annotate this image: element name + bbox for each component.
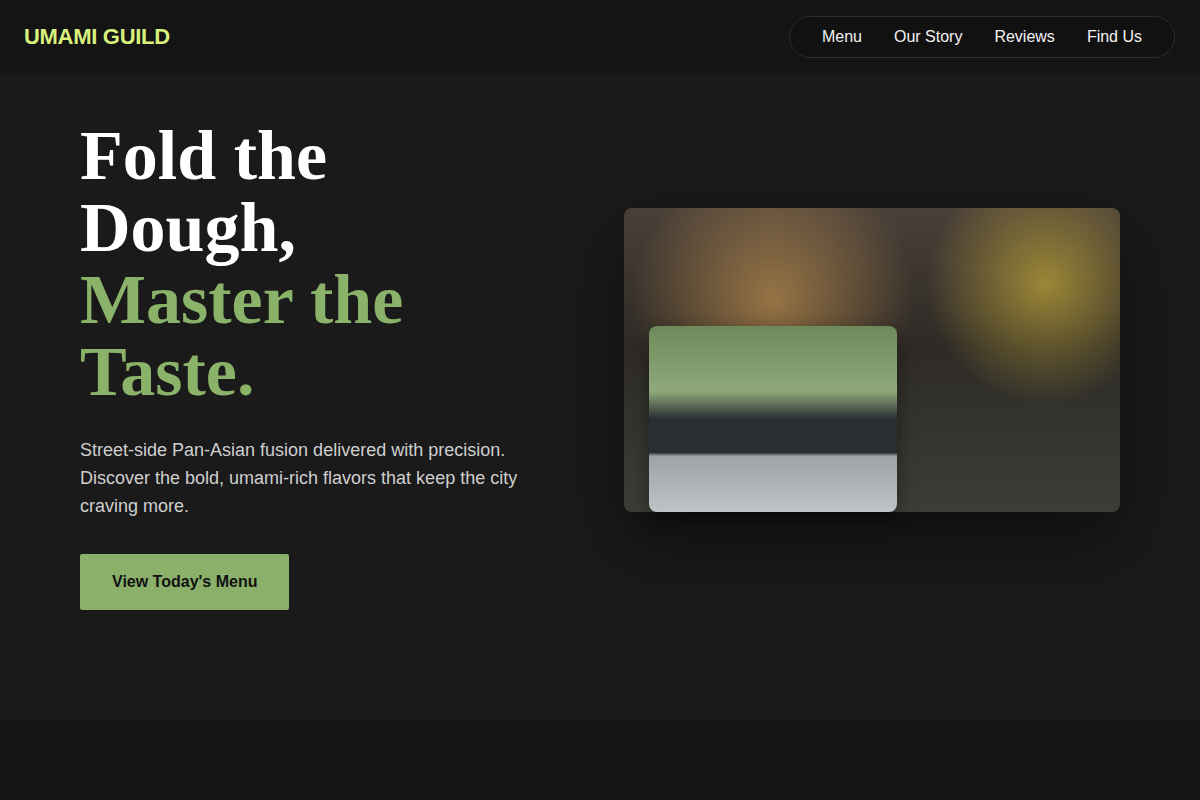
hero-title: Fold theDough,Master theTaste. <box>80 120 580 408</box>
food-truck-photo <box>649 326 897 512</box>
title-line: Fold the <box>80 120 580 192</box>
nav-link[interactable]: Our Story <box>878 20 978 54</box>
view-menu-button[interactable]: View Today's Menu <box>80 554 289 610</box>
next-section <box>0 720 1200 800</box>
hero-content: Fold theDough,Master theTaste. Street-sid… <box>80 120 580 610</box>
title-line: Taste. <box>80 336 580 408</box>
title-line: Master the <box>80 264 580 336</box>
main-nav: MenuOur StoryReviewsFind Us <box>789 16 1175 58</box>
title-line: Dough, <box>80 192 580 264</box>
nav-link[interactable]: Find Us <box>1071 20 1158 54</box>
hero-section: Fold theDough,Master theTaste. Street-sid… <box>0 73 1200 720</box>
photo-gallery <box>624 208 1120 512</box>
nav-link[interactable]: Reviews <box>978 20 1070 54</box>
nav-link[interactable]: Menu <box>806 20 878 54</box>
page: UMAMI GUILD MenuOur StoryReviewsFind Us Fo… <box>0 0 1200 800</box>
logo[interactable]: UMAMI GUILD <box>24 24 170 50</box>
hero-media <box>624 120 1120 512</box>
site-header: UMAMI GUILD MenuOur StoryReviewsFind Us <box>0 0 1200 73</box>
hero-description: Street-side Pan-Asian fusion delivered w… <box>80 436 580 520</box>
